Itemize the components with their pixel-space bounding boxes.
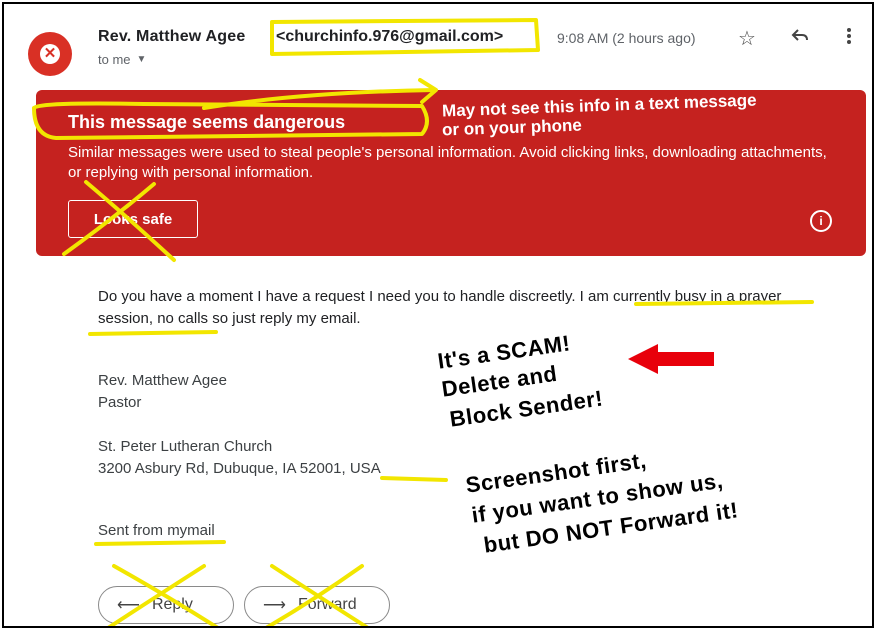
banner-title: This message seems dangerous	[68, 112, 346, 132]
info-icon[interactable]: i	[810, 210, 832, 232]
reply-button[interactable]: ⟵ Reply	[98, 586, 234, 624]
to-label: to me	[98, 52, 131, 67]
banner-text: Similar messages were used to steal peop…	[68, 144, 827, 181]
prayer-underline	[88, 330, 218, 336]
signature-title: Pastor	[98, 394, 142, 411]
email-view: ✕ Rev. Matthew Agee <churchinfo.976@gmai…	[2, 2, 874, 628]
forward-button[interactable]: ⟶ Forward	[244, 586, 390, 624]
red-arrow-icon	[628, 344, 714, 374]
close-icon: ✕	[40, 44, 60, 64]
recipient-toggle[interactable]: to me ▼	[98, 52, 146, 67]
more-options-icon[interactable]	[846, 26, 852, 52]
forward-label: Forward	[297, 596, 357, 613]
reply-arrow-icon: ⟵	[117, 597, 140, 614]
looks-safe-button[interactable]: Looks safe	[68, 200, 198, 238]
sender-email[interactable]: <churchinfo.976@gmail.com>	[276, 28, 503, 46]
sent-from-text: Sent from mymail	[98, 522, 215, 539]
forward-arrow-icon: ⟶	[263, 597, 286, 614]
reply-icon[interactable]	[790, 26, 810, 52]
signature-address: 3200 Asbury Rd, Dubuque, IA 52001, USA	[98, 460, 381, 477]
sent-from-underline	[94, 540, 226, 546]
usa-underline	[380, 476, 448, 482]
star-icon[interactable]: ☆	[738, 26, 756, 51]
message-body: Do you have a moment I have a request I …	[98, 288, 782, 327]
signature-name: Rev. Matthew Agee	[98, 372, 227, 389]
warning-avatar: ✕	[28, 32, 72, 76]
reply-label: Reply	[151, 596, 193, 613]
caret-down-icon: ▼	[136, 54, 147, 65]
sender-name[interactable]: Rev. Matthew Agee	[98, 28, 245, 46]
signature-organization: St. Peter Lutheran Church	[98, 438, 273, 455]
timestamp: 9:08 AM (2 hours ago)	[557, 30, 696, 46]
